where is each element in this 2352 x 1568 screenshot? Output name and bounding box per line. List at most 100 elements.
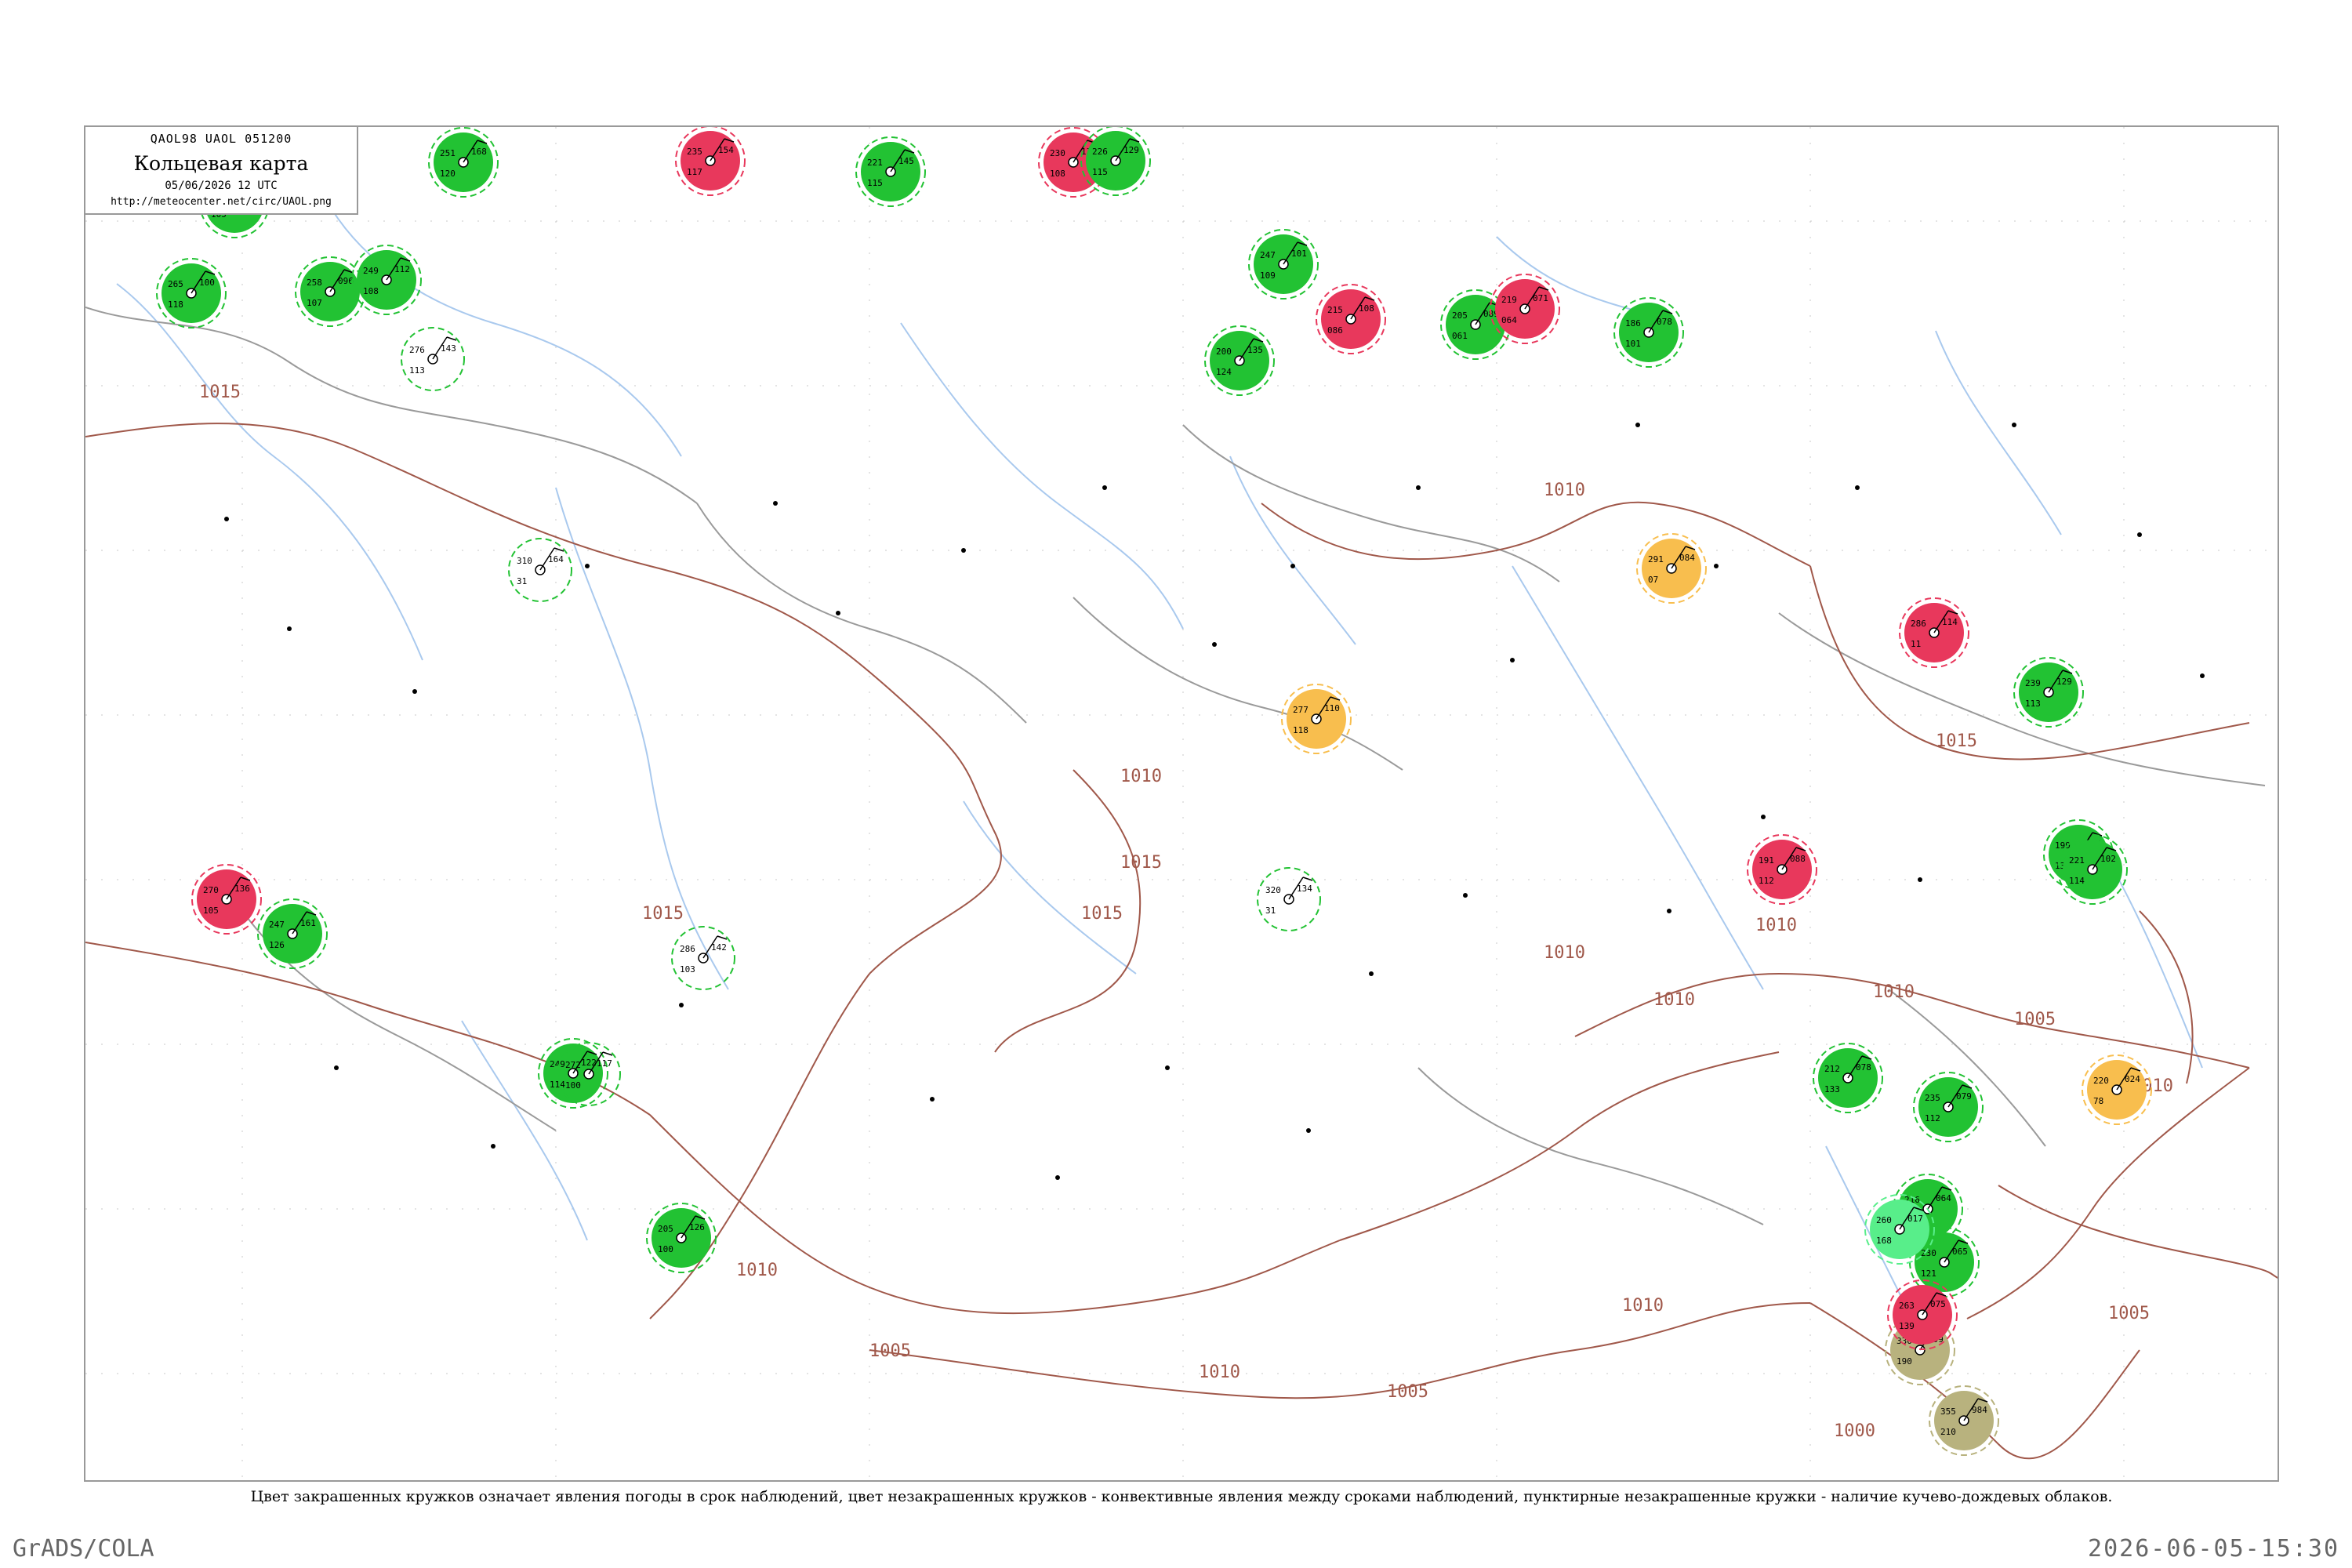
legend-caption: Цвет закрашенных кружков означает явлени… <box>250 1488 2113 1505</box>
station-pressure: 084 <box>1679 553 1695 563</box>
station-dots <box>224 423 2205 1180</box>
station-temperature: 230 <box>1921 1248 1936 1258</box>
station-dewpoint: 07 <box>1648 575 1658 585</box>
station-pressure: 088 <box>1790 854 1806 864</box>
station-temperature: 235 <box>687 147 702 157</box>
station-marker[interactable]: 291 084 07 <box>1636 533 1707 604</box>
station-pressure: 065 <box>1952 1247 1968 1257</box>
station-dewpoint: 114 <box>550 1080 565 1090</box>
station-pressure: 078 <box>1657 317 1672 327</box>
station-marker[interactable]: 270 136 105 <box>191 864 262 935</box>
station-marker[interactable]: 212 078 133 <box>1813 1043 1883 1113</box>
station-pressure: 024 <box>2125 1074 2140 1084</box>
station-temperature: 247 <box>269 920 285 930</box>
footer-timestamp: 2026-06-05-15:30 <box>2088 1535 2339 1563</box>
station-marker[interactable]: 249 122114 <box>538 1038 608 1109</box>
station-temperature: 265 <box>168 279 183 289</box>
station-marker[interactable]: 215 108 086 <box>1316 284 1386 354</box>
station-dewpoint: 105 <box>203 906 219 916</box>
station-marker[interactable]: 205 126 100 <box>646 1203 717 1273</box>
wind-feather <box>602 1051 613 1056</box>
station-dewpoint: 103 <box>680 964 695 975</box>
station-marker[interactable]: 186 078 101 <box>1613 297 1684 368</box>
station-dewpoint: 113 <box>2025 699 2041 709</box>
station-pressure: 114 <box>1942 617 1958 627</box>
station-pressure: 134 <box>1297 884 1312 894</box>
station-dewpoint: 115 <box>1092 167 1108 177</box>
station-dewpoint: 78 <box>2093 1096 2103 1106</box>
isobar-label: 1015 <box>642 904 684 924</box>
station-pressure: 110 <box>1324 703 1340 713</box>
station-marker[interactable]: 221 102 114 <box>2057 834 2128 905</box>
station-marker[interactable]: 251 168 120 <box>428 127 499 198</box>
station-marker[interactable]: 191 088 112 <box>1747 834 1817 905</box>
map-url[interactable]: http://meteocenter.net/circ/UAOL.png <box>85 196 357 208</box>
station-pressure: 129 <box>1123 145 1139 155</box>
station-dewpoint: 31 <box>517 576 527 586</box>
station-marker[interactable]: 221 145 115 <box>855 136 926 207</box>
station-temperature: 219 <box>1501 295 1517 305</box>
isobars <box>85 423 2278 1460</box>
station-dewpoint: 061 <box>1452 331 1468 341</box>
station-marker[interactable]: 239 129 113 <box>2013 657 2084 728</box>
station-pressure: 071 <box>1533 293 1548 303</box>
station-temperature: 205 <box>1452 310 1468 321</box>
isobar-labels: 1015 1015 1010 1015 1010 1010 1015 1010 1015 1010… <box>199 383 2173 1441</box>
product-code: QAOL98 UAOL 051200 <box>150 132 292 146</box>
station-pressure: 100 <box>199 278 215 288</box>
isobar-label: 1015 <box>1120 853 1162 873</box>
weather-map[interactable]: 1015101510101015101010101015101010151010… <box>85 127 2279 1482</box>
station-marker[interactable]: 220 024 78 <box>2082 1054 2152 1125</box>
station-marker[interactable]: 235 079 112 <box>1913 1072 1984 1142</box>
station-dewpoint: 118 <box>1293 725 1308 735</box>
station-temperature: 205 <box>658 1224 673 1234</box>
station-pressure: 108 <box>1359 303 1374 314</box>
isobar-label: 1010 <box>1544 943 1585 963</box>
station-marker[interactable]: 286 142 103 <box>671 926 735 990</box>
station-marker[interactable]: 320 134 31 <box>1257 867 1321 931</box>
station-temperature: 212 <box>1824 1064 1840 1074</box>
station-temperature: 320 <box>1265 885 1281 895</box>
station-temperature: 200 <box>1216 347 1232 357</box>
station-dewpoint: 121 <box>1921 1269 1936 1279</box>
station-marker[interactable]: 310 164 31 <box>508 538 572 602</box>
station-temperature: 277 <box>1293 705 1308 715</box>
station-dewpoint: 126 <box>269 940 285 950</box>
station-dewpoint: 101 <box>1625 339 1641 349</box>
station-temperature: 215 <box>1327 305 1343 315</box>
isobar-label: 1010 <box>1755 916 1797 935</box>
station-dewpoint: 115 <box>867 178 883 188</box>
station-pressure: 142 <box>711 942 727 953</box>
station-pressure: 126 <box>689 1222 705 1232</box>
isobar-label: 1010 <box>1120 767 1162 786</box>
station-temperature: 286 <box>680 944 695 954</box>
station-pressure: 145 <box>898 156 914 166</box>
station-temperature: 226 <box>1092 147 1108 157</box>
station-temperature: 258 <box>307 278 322 288</box>
station-marker[interactable]: 200 135 124 <box>1204 325 1275 396</box>
station-pressure: 079 <box>1956 1091 1972 1102</box>
station-marker[interactable]: 355 984 210 <box>1929 1385 1999 1456</box>
station-marker[interactable]: 247 101 109 <box>1248 229 1319 299</box>
station-marker[interactable]: 277 110 118 <box>1281 684 1352 754</box>
station-marker[interactable]: 286 114 11 <box>1899 597 1969 668</box>
station-temperature: 230 <box>1050 148 1065 158</box>
station-pressure: 102 <box>2100 854 2116 864</box>
station-dewpoint: 112 <box>1925 1113 1940 1123</box>
isobar-label: 1005 <box>2108 1304 2150 1323</box>
station-dewpoint: 139 <box>1899 1321 1915 1331</box>
station-dewpoint: 113 <box>409 365 425 376</box>
station-dewpoint: 210 <box>1940 1427 1956 1437</box>
station-marker[interactable]: 276 143 113 <box>401 327 465 391</box>
station-pressure: 168 <box>471 147 487 157</box>
station-dewpoint: 086 <box>1327 325 1343 336</box>
station-marker[interactable]: 235 154 117 <box>675 127 746 196</box>
station-dewpoint: 190 <box>1896 1356 1912 1367</box>
station-dewpoint: 120 <box>440 169 456 179</box>
station-dewpoint: 064 <box>1501 315 1517 325</box>
station-dewpoint: 100 <box>565 1080 581 1091</box>
isobar-label: 1010 <box>736 1261 778 1280</box>
station-marker[interactable]: 247 161 126 <box>257 898 328 969</box>
station-marker[interactable]: 265 100 118 <box>156 258 227 328</box>
station-temperature: 221 <box>867 158 883 168</box>
